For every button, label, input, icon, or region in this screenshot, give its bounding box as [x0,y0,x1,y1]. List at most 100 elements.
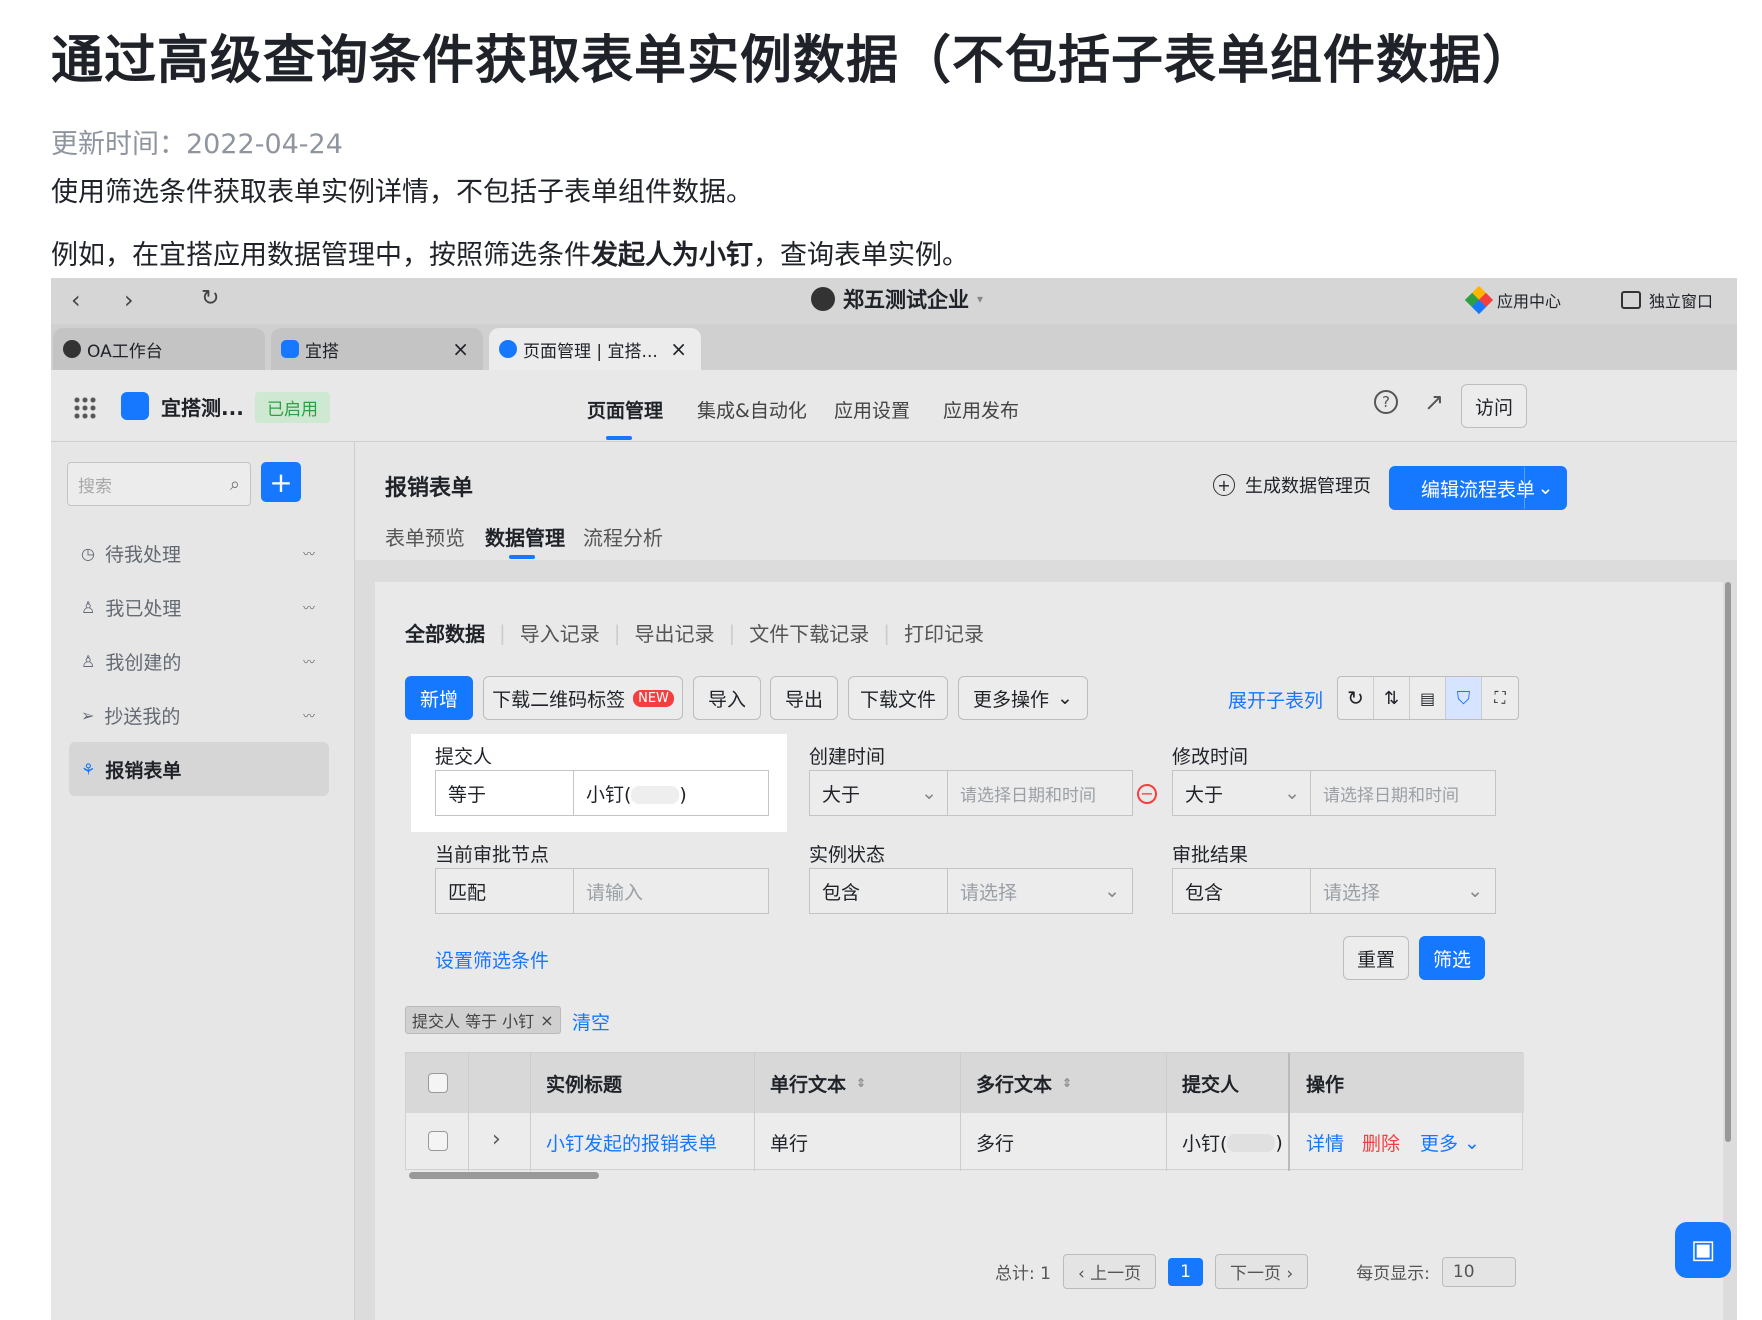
vertical-scrollbar[interactable] [1725,582,1731,1142]
subtab-import[interactable]: 导入记录 [506,618,614,647]
sidebar-item-done[interactable]: ♙ 我已处理〰 [69,580,329,634]
org-logo-icon [811,287,835,311]
filter-submitter[interactable]: 等于 小钉() [435,770,769,816]
apps-grid-icon[interactable] [73,396,97,420]
row-multi-text: 多行 [976,1133,1015,1155]
row-detail-link[interactable]: 详情 [1306,1129,1344,1156]
filter-icon[interactable]: ⛉ [1446,677,1482,719]
filter-value[interactable]: 请选择日期和时间 [948,781,1096,806]
filter-value[interactable]: 请输入 [574,878,643,905]
filter-value[interactable]: 请选择 [948,878,1017,905]
page-1-button[interactable]: 1 [1168,1257,1203,1286]
close-icon[interactable]: × [670,337,687,361]
sidebar-item-created[interactable]: ♙ 我创建的〰 [69,634,329,688]
forward-icon[interactable]: › [124,286,134,314]
filter-op[interactable]: 大于 ⌄ [810,771,948,815]
filter-button[interactable]: 筛选 [1419,936,1485,980]
filter-value[interactable]: 请选择 [1311,878,1380,905]
tab-data-management[interactable]: 数据管理 [485,522,565,551]
subtab-export[interactable]: 导出记录 [621,618,729,647]
row-more-link[interactable]: 更多 ⌄ [1420,1129,1480,1156]
gen-page-button[interactable]: + 生成数据管理页 [1213,472,1371,498]
clear-link[interactable]: 清空 [572,1008,610,1035]
app-center-icon [1464,285,1494,315]
standalone-window-button[interactable]: 独立窗口 [1621,288,1713,312]
close-icon[interactable]: × [540,1011,553,1030]
filter-status[interactable]: 包含 请选择 ⌄ [809,868,1133,914]
eye-icon[interactable]: 〰 [303,707,315,724]
reload-icon[interactable]: ↻ [201,286,219,311]
sidebar-item-todo[interactable]: ◷ 待我处理〰 [69,526,329,580]
fullscreen-icon[interactable]: ⛶ [1482,677,1518,719]
chevron-down-icon[interactable]: ⌄ [1524,467,1566,509]
add-icon[interactable]: + [261,462,301,502]
filter-op[interactable]: 包含 [810,869,948,913]
app-name[interactable]: 宜搭测... [161,392,244,421]
download-qr-button[interactable]: 下载二维码标签 NEW [483,676,683,720]
filter-op[interactable]: 匹配 [436,869,574,913]
app-center-button[interactable]: 应用中心 [1464,285,1561,315]
row-checkbox[interactable] [428,1131,448,1151]
download-files-button[interactable]: 下载文件 [848,676,948,720]
subtab-download[interactable]: 文件下载记录 [735,618,883,647]
page-size-select[interactable]: 10 [1441,1256,1516,1287]
tab-preview[interactable]: 表单预览 [385,522,465,551]
sidebar-item-cc[interactable]: ➢ 抄送我的〰 [69,688,329,742]
sort-icon[interactable]: ⇅ [1374,677,1410,719]
tab-page-management[interactable]: 页面管理 | 宜搭... × [489,328,701,370]
chat-icon[interactable]: ▣ [1675,1222,1731,1278]
back-icon[interactable]: ‹ [71,286,81,314]
next-page-button[interactable]: 下一页 › [1214,1254,1309,1289]
expand-subcolumns-link[interactable]: 展开子表列 [1228,686,1323,713]
edit-form-button[interactable]: 编辑流程表单 ⌄ [1389,466,1567,510]
subtab-print[interactable]: 打印记录 [890,618,998,647]
close-icon[interactable]: × [452,337,469,361]
export-button[interactable]: 导出 [770,676,838,720]
nav-settings[interactable]: 应用设置 [834,396,910,423]
import-button[interactable]: 导入 [693,676,761,720]
col-single-text[interactable]: 单行文本 ⇕ [770,1053,866,1113]
eye-icon[interactable]: 〰 [303,599,315,616]
filter-created[interactable]: 大于 ⌄ 请选择日期和时间 [809,770,1133,816]
sidebar-item-expense-form[interactable]: ⚘ 报销表单 [69,742,329,796]
horizontal-scrollbar[interactable] [409,1172,599,1179]
nav-integration[interactable]: 集成&自动化 [697,396,807,423]
eye-icon[interactable]: 〰 [303,653,315,670]
filter-op[interactable]: 等于 [436,771,574,815]
more-actions-button[interactable]: 更多操作 ⌄ [958,676,1088,720]
filter-label-status: 实例状态 [809,844,886,866]
remove-filter-icon[interactable]: − [1137,784,1157,804]
column-settings-icon[interactable]: ▤ [1410,677,1446,719]
tab-yida[interactable]: 宜搭 × [271,328,483,370]
refresh-icon[interactable]: ↻ [1338,677,1374,719]
tab-oa[interactable]: OA工作台 [53,328,265,370]
row-delete-link[interactable]: 删除 [1362,1129,1400,1156]
nav-publish[interactable]: 应用发布 [943,396,1019,423]
filter-op[interactable]: 包含 [1173,869,1311,913]
reset-button[interactable]: 重置 [1343,936,1409,980]
row-title-link[interactable]: 小钉发起的报销表单 [546,1129,717,1156]
col-multi-text[interactable]: 多行文本 ⇕ [976,1053,1072,1113]
expand-row-icon[interactable]: › [492,1127,501,1152]
select-all-checkbox[interactable] [428,1073,448,1093]
filter-modified[interactable]: 大于 ⌄ 请选择日期和时间 [1172,770,1496,816]
filter-value[interactable]: 请选择日期和时间 [1311,781,1459,806]
prev-page-button[interactable]: ‹ 上一页 [1062,1254,1157,1289]
help-icon[interactable]: ? [1374,390,1398,414]
filter-value[interactable]: 小钉() [574,780,687,807]
filter-op[interactable]: 大于 ⌄ [1173,771,1311,815]
add-button[interactable]: 新增 [405,676,473,720]
org-switcher[interactable]: 郑五测试企业 ▾ [811,284,983,314]
tab-analysis[interactable]: 流程分析 [583,522,663,551]
set-filter-link[interactable]: 设置筛选条件 [435,946,549,973]
external-link-icon[interactable]: ↗ [1424,388,1444,416]
filter-node[interactable]: 匹配 请输入 [435,868,769,914]
filter-label-created: 创建时间 [809,746,886,768]
send-icon: ➢ [81,705,95,725]
filter-result[interactable]: 包含 请选择 ⌄ [1172,868,1496,914]
eye-icon[interactable]: 〰 [303,545,315,562]
search-input[interactable]: 搜索 ⌕ [67,462,251,506]
visit-button[interactable]: 访问 [1461,384,1527,428]
subtab-all[interactable]: 全部数据 [405,618,499,647]
nav-page-management[interactable]: 页面管理 [587,396,663,423]
